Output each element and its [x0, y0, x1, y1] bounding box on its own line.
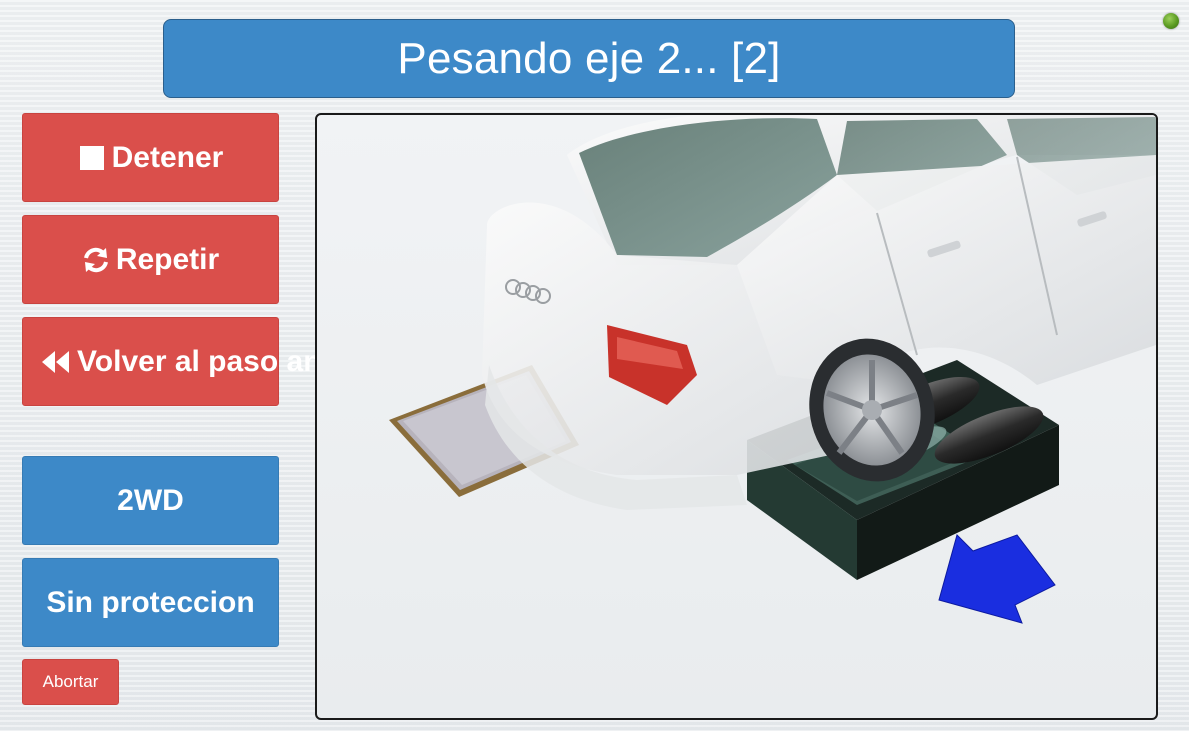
abort-button-label: Abortar: [42, 672, 99, 691]
abort-button[interactable]: Abortar: [22, 659, 119, 705]
protection-button[interactable]: Sin proteccion: [22, 558, 279, 647]
drive-mode-button[interactable]: 2WD: [22, 456, 279, 545]
status-led-icon: [1163, 13, 1179, 29]
stop-button-label: Detener: [111, 140, 224, 174]
weighing-scene-panel: [315, 113, 1158, 720]
page-title-text: Pesando eje 2... [2]: [397, 33, 781, 83]
back-step-button-label: Volver al paso an: [77, 344, 322, 378]
fast-backward-icon: [41, 349, 71, 375]
page-title: Pesando eje 2... [2]: [163, 19, 1015, 98]
repeat-button-label: Repetir: [115, 242, 220, 276]
stop-square-icon: [78, 144, 106, 172]
drive-mode-label: 2WD: [117, 483, 184, 517]
stop-button[interactable]: Detener: [22, 113, 279, 202]
protection-label: Sin proteccion: [46, 585, 255, 619]
back-step-button[interactable]: Volver al paso an: [22, 317, 322, 406]
car-on-weighing-plates-illustration: [389, 115, 1156, 624]
repeat-button[interactable]: Repetir: [22, 215, 279, 304]
target-axle-arrow-icon: [938, 534, 1056, 624]
refresh-icon: [82, 246, 110, 274]
